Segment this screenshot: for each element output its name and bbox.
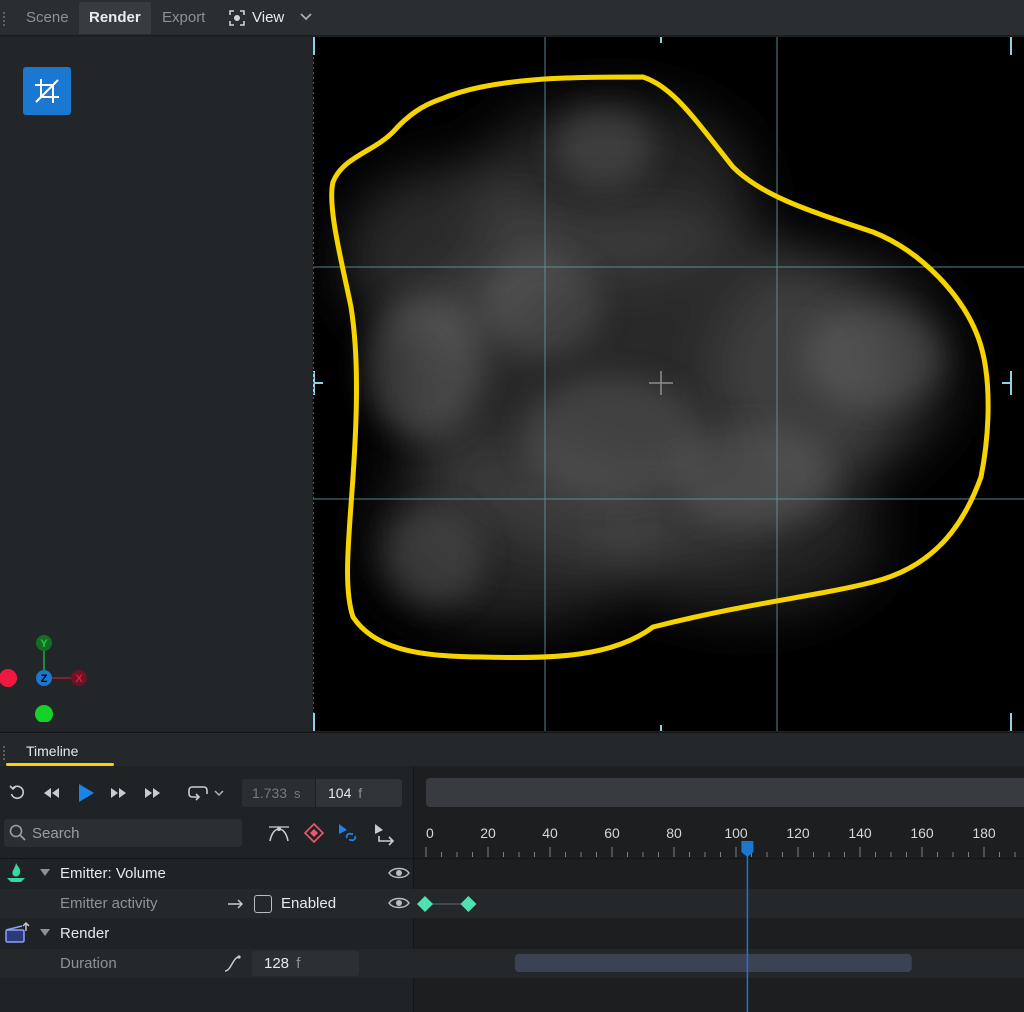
emitter-track-title: Emitter: Volume: [60, 865, 166, 882]
viewport-canvas[interactable]: [313, 37, 1024, 731]
ruler-tick-label: 40: [542, 825, 558, 841]
snap-arrow-icon: [375, 824, 395, 846]
duration-unit: f: [296, 955, 301, 972]
track-row-duration[interactable]: Duration 128 f: [0, 949, 1024, 978]
track-row-emitter-activity[interactable]: Emitter activity Enabled: [0, 889, 1024, 918]
fast-forward-icon: [145, 788, 160, 798]
timeline-panel-header: Timeline: [0, 732, 1024, 766]
view-menu-label: View: [252, 9, 285, 26]
track-row-render[interactable]: Render: [0, 919, 1024, 948]
add-keyframe-button[interactable]: [302, 821, 326, 845]
current-time-field[interactable]: 1.733 s 104 f: [242, 779, 402, 807]
track-row-emitter[interactable]: Emitter: Volume: [0, 859, 1024, 888]
time-frames-value: 104: [328, 785, 352, 801]
curve-editor-button[interactable]: [266, 821, 292, 845]
crop-off-icon: [35, 79, 59, 103]
emitter-flame-icon: [7, 863, 25, 882]
axis-neg-x-handle[interactable]: [0, 669, 17, 687]
loop-icon: [188, 786, 208, 801]
chevron-down-icon[interactable]: [299, 10, 313, 24]
ruler-tick-label: 80: [666, 825, 682, 841]
step-interpolation-icon[interactable]: [227, 898, 245, 910]
eye-icon[interactable]: [388, 895, 410, 911]
ruler-tick-label: 120: [786, 825, 810, 841]
ease-curve-icon[interactable]: [223, 955, 241, 973]
play-icon: [79, 784, 94, 802]
render-viewport[interactable]: [313, 37, 1024, 731]
clapperboard-icon: [5, 922, 30, 943]
expand-triangle-icon[interactable]: [40, 929, 50, 936]
undo-icon: [9, 785, 25, 800]
axis-y-label: Y: [40, 638, 48, 650]
ruler-tick-label: 180: [972, 825, 996, 841]
tab-timeline[interactable]: Timeline: [26, 743, 78, 759]
time-seconds-input[interactable]: 1.733 s: [242, 779, 316, 807]
time-frames-input[interactable]: 104 f: [316, 779, 402, 807]
eye-icon[interactable]: [388, 865, 410, 881]
step-back-button[interactable]: [40, 782, 64, 804]
ruler-tick-label: 20: [480, 825, 496, 841]
time-frames-unit: f: [358, 785, 363, 801]
search-icon: [9, 824, 26, 841]
chevron-down-icon: [214, 790, 224, 797]
tab-scene[interactable]: Scene: [16, 2, 79, 34]
axis-neg-y-handle[interactable]: [35, 705, 53, 722]
view-menu-button[interactable]: View: [228, 2, 284, 34]
axis-gizmo[interactable]: Y X Z: [0, 632, 100, 722]
keyframe-diamond-icon: [304, 823, 324, 843]
view-focus-icon: [229, 10, 245, 26]
track-search[interactable]: [4, 819, 242, 847]
link-keys-button[interactable]: [336, 821, 362, 847]
smoke-volume: [343, 97, 953, 627]
search-input[interactable]: [32, 824, 232, 842]
ruler-tick-label: 140: [848, 825, 872, 841]
step-forward-icon: [111, 788, 126, 798]
ruler-tick-label: 160: [910, 825, 934, 841]
step-forward-button[interactable]: [106, 782, 130, 804]
time-seconds-unit: s: [293, 786, 301, 801]
step-back-icon: [44, 788, 59, 798]
bezier-curve-icon: [269, 826, 289, 842]
play-button[interactable]: [74, 780, 98, 806]
enabled-label: Enabled: [281, 895, 337, 912]
timeline-tab-highlight: [6, 763, 114, 766]
snap-keys-button[interactable]: [372, 821, 398, 847]
drag-grip-icon[interactable]: [3, 744, 7, 762]
tab-render[interactable]: Render: [79, 2, 151, 34]
drag-grip-icon[interactable]: [3, 10, 7, 28]
ruler-tick-label: 60: [604, 825, 620, 841]
axis-z-label: Z: [41, 673, 48, 685]
ruler-tick-label: 0: [426, 825, 434, 841]
left-tool-pane: Y X Z: [0, 37, 312, 731]
axis-x-label: X: [75, 673, 83, 685]
duration-input[interactable]: 128 f: [252, 951, 359, 976]
jump-end-button[interactable]: [141, 782, 165, 804]
emitter-activity-label: Emitter activity: [60, 895, 158, 912]
duration-value: 128: [264, 955, 290, 972]
loop-mode-dropdown[interactable]: [184, 782, 228, 804]
top-tab-bar: Scene Render Export View: [0, 0, 1024, 36]
ruler-tick-label: 100: [724, 825, 748, 841]
render-track-title: Render: [60, 925, 110, 942]
time-seconds-value: 1.733: [252, 785, 288, 801]
tab-export[interactable]: Export: [152, 2, 215, 34]
crop-toggle-button[interactable]: [23, 67, 71, 115]
duration-label: Duration: [60, 955, 117, 972]
reset-button[interactable]: [6, 782, 28, 804]
enabled-checkbox[interactable]: [254, 895, 272, 913]
link-keys-icon: [339, 824, 357, 842]
expand-triangle-icon[interactable]: [40, 869, 50, 876]
